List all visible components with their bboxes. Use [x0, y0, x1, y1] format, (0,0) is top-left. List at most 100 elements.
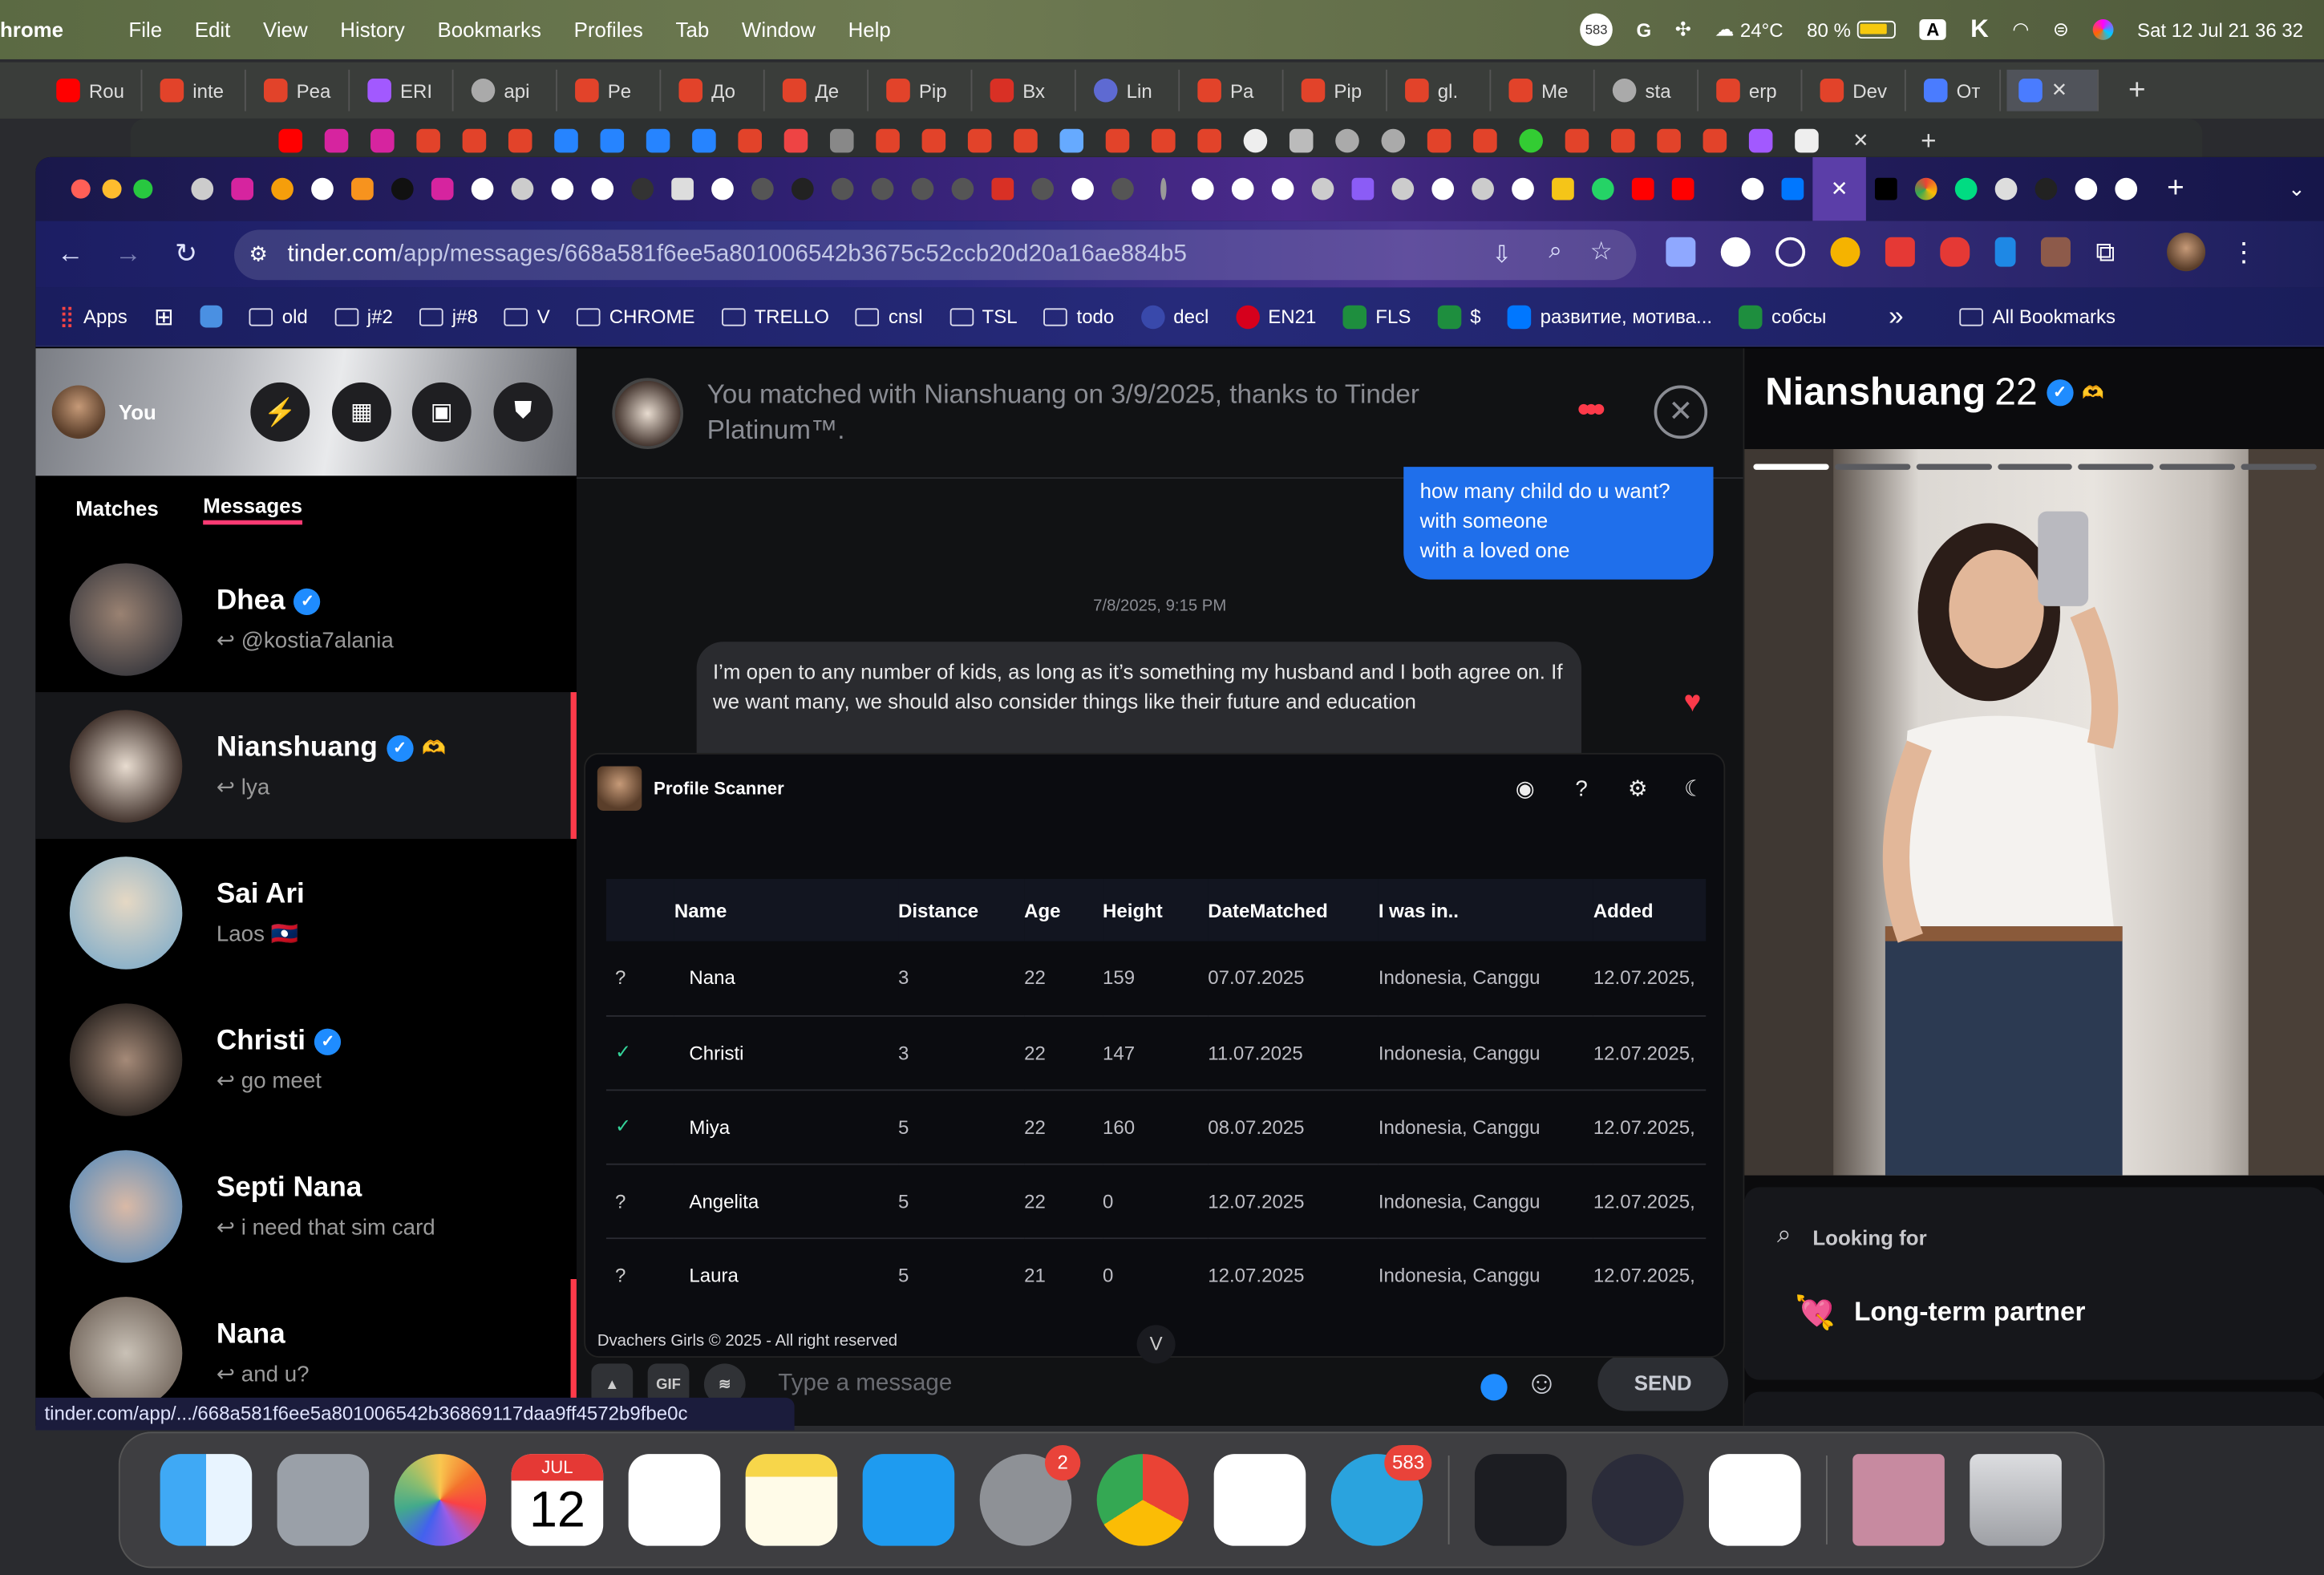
- tab[interactable]: [823, 177, 863, 200]
- emoji-icon[interactable]: ☺: [1525, 1363, 1559, 1402]
- bg-tab[interactable]: Pa: [1186, 69, 1284, 111]
- bg-tab[interactable]: Pip: [874, 69, 973, 111]
- jira-icon[interactable]: [554, 128, 578, 153]
- conversation-item[interactable]: Dhea ✓ ↩ @kostia7alania: [35, 545, 577, 692]
- menu-profiles[interactable]: Profiles: [574, 18, 643, 42]
- all-bookmarks[interactable]: All Bookmarks: [1959, 306, 2115, 327]
- bg-tab[interactable]: Pe: [563, 69, 662, 111]
- bg-tab[interactable]: erp: [1704, 69, 1803, 111]
- tab[interactable]: [2066, 177, 2106, 200]
- work-button[interactable]: ▣: [411, 382, 472, 442]
- k-app-icon[interactable]: [1708, 1454, 1801, 1546]
- column-header[interactable]: Distance: [898, 878, 1025, 941]
- bookmark-folder[interactable]: j#8: [419, 306, 478, 327]
- dark-mode-moon-icon[interactable]: ☾: [1679, 774, 1709, 804]
- column-header[interactable]: Added: [1593, 878, 1707, 941]
- address-bar[interactable]: ⚙ tinder.com/app/messages/668a581f6ee5a8…: [234, 229, 1637, 281]
- bookmark-vk[interactable]: развитие, мотива...: [1507, 304, 1712, 329]
- tab[interactable]: [2106, 177, 2146, 200]
- trash-icon[interactable]: [1970, 1454, 2062, 1546]
- explore-button[interactable]: ▦: [331, 382, 391, 442]
- close-icon[interactable]: ✕: [2051, 79, 2067, 103]
- send-button[interactable]: SEND: [1597, 1354, 1729, 1411]
- bookmark-folder[interactable]: cnsl: [856, 306, 923, 327]
- extension-hand-icon[interactable]: [1940, 237, 1970, 267]
- instagram-icon[interactable]: [324, 128, 349, 153]
- photo-indicator[interactable]: [1997, 464, 2073, 470]
- gitlab-icon[interactable]: [1427, 128, 1451, 153]
- address-url[interactable]: tinder.com/app/messages/668a581f6ee5a801…: [288, 241, 1187, 268]
- bg-tab[interactable]: sta: [1601, 69, 1699, 111]
- extension-screenshot-icon[interactable]: [1666, 237, 1696, 267]
- system-settings-icon[interactable]: 2: [979, 1444, 1081, 1546]
- clock[interactable]: Sat 12 Jul 21 36 32: [2137, 18, 2303, 41]
- finder-icon[interactable]: [160, 1454, 253, 1546]
- tab-messages[interactable]: Messages: [203, 493, 302, 524]
- tab[interactable]: [1383, 177, 1423, 200]
- chrome-icon[interactable]: [1096, 1454, 1189, 1546]
- app-icon[interactable]: [1059, 128, 1084, 153]
- gitlab-icon[interactable]: [1610, 128, 1635, 153]
- collapse-scanner-button[interactable]: V: [1136, 1325, 1176, 1364]
- menu-edit[interactable]: Edit: [195, 18, 231, 42]
- menu-bookmarks[interactable]: Bookmarks: [437, 18, 541, 42]
- tab[interactable]: [863, 177, 903, 200]
- bookmark-dollar[interactable]: $: [1437, 304, 1481, 329]
- gitlab-icon[interactable]: [462, 128, 487, 153]
- bookmark-folder[interactable]: TSL: [949, 306, 1018, 327]
- vscode-icon[interactable]: [1213, 1454, 1306, 1546]
- monitor-icon[interactable]: [829, 128, 854, 153]
- gitlab-icon[interactable]: [1657, 128, 1681, 153]
- close-chat-icon[interactable]: ✕: [1654, 385, 1708, 439]
- settings-gear-icon[interactable]: ⚙: [1623, 774, 1653, 804]
- my-avatar[interactable]: [51, 385, 106, 439]
- tab[interactable]: [182, 177, 222, 200]
- new-tab-icon[interactable]: +: [2128, 73, 2146, 107]
- bookmark-decl[interactable]: decl: [1140, 304, 1209, 329]
- launchpad-icon[interactable]: [277, 1454, 370, 1546]
- fan-icon[interactable]: ✣: [1675, 18, 1691, 42]
- reload-icon[interactable]: ↻: [157, 239, 215, 270]
- menu-app-name[interactable]: hrome: [0, 18, 63, 42]
- bookmark-sobsy[interactable]: собсы: [1739, 304, 1826, 329]
- column-header[interactable]: Height: [1103, 878, 1209, 941]
- gitlab-icon[interactable]: [1565, 128, 1589, 153]
- verified-check-icon[interactable]: [1480, 1374, 1508, 1401]
- photo-indicator[interactable]: [2241, 464, 2317, 470]
- gitlab-icon[interactable]: [876, 128, 900, 153]
- globe-icon[interactable]: [1381, 128, 1406, 153]
- bookmark-fls[interactable]: FLS: [1342, 304, 1411, 329]
- bg-tab[interactable]: Pip: [1290, 69, 1387, 111]
- bookmark-folder[interactable]: j#2: [334, 306, 393, 327]
- received-message-bubble[interactable]: I’m open to any number of kids, as long …: [696, 642, 1582, 758]
- menu-help[interactable]: Help: [848, 18, 891, 42]
- tab[interactable]: [1303, 177, 1343, 200]
- tab[interactable]: [1906, 177, 1946, 200]
- bg-tab[interactable]: gl.: [1393, 69, 1492, 111]
- tab[interactable]: [1143, 177, 1183, 200]
- table-row[interactable]: ✓ Miya 5 22 160 08.07.2025 Indonesia, Ca…: [605, 1089, 1707, 1164]
- instagram-icon[interactable]: [370, 128, 395, 153]
- forward-icon[interactable]: →: [99, 239, 157, 270]
- tab[interactable]: [1543, 177, 1583, 200]
- like-heart-icon[interactable]: ♥: [1684, 686, 1702, 721]
- gitlab-icon[interactable]: [416, 128, 440, 153]
- bg-tab[interactable]: Me: [1497, 69, 1595, 111]
- site-settings-icon[interactable]: ⚙: [249, 241, 267, 266]
- table-row[interactable]: ? Angelita 5 22 0 12.07.2025 Indonesia, …: [605, 1163, 1707, 1239]
- tab[interactable]: [1342, 177, 1383, 200]
- gitlab-icon[interactable]: [508, 128, 532, 153]
- battery-icon[interactable]: [1856, 20, 1896, 39]
- tab[interactable]: [1986, 177, 2026, 200]
- menu-view[interactable]: View: [263, 18, 308, 42]
- tab-matches[interactable]: Matches: [75, 496, 159, 520]
- gitlab-icon[interactable]: [921, 128, 946, 153]
- bookmark-en21[interactable]: EN21: [1235, 304, 1316, 329]
- activity-monitor-icon[interactable]: [1474, 1454, 1567, 1546]
- close-icon[interactable]: ✕: [1852, 129, 1869, 153]
- tab[interactable]: [783, 177, 823, 200]
- extensions-puzzle-icon[interactable]: ⧉: [2095, 237, 2115, 272]
- tab[interactable]: [1623, 177, 1663, 200]
- bg-tab[interactable]: Rou: [44, 69, 143, 111]
- tab[interactable]: [383, 177, 423, 200]
